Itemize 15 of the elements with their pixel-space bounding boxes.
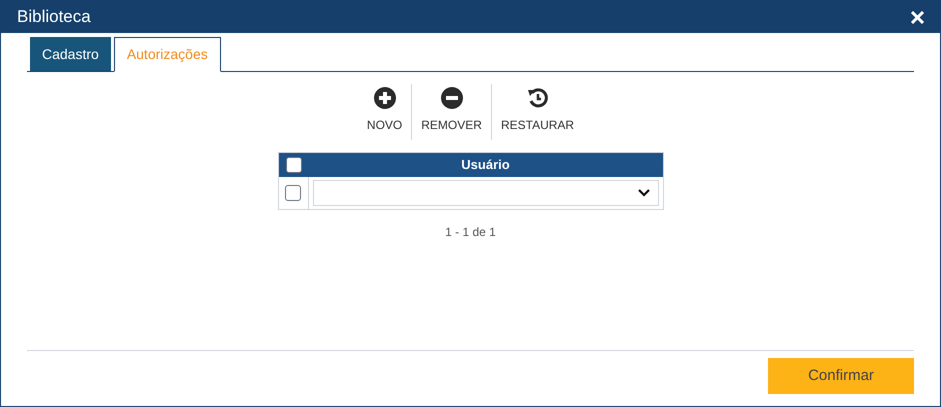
confirm-button[interactable]: Confirmar (768, 358, 914, 394)
pagination-text: 1 - 1 de 1 (445, 224, 496, 241)
window-title: Biblioteca (17, 6, 91, 28)
select-all-checkbox[interactable] (286, 157, 302, 173)
chevron-down-icon (638, 189, 650, 197)
tab[interactable]: Cadastro (30, 37, 111, 71)
close-icon[interactable] (911, 10, 924, 24)
history-icon (526, 87, 549, 109)
toolbar-button[interactable]: REMOVER (411, 84, 491, 140)
minus-circle-icon (440, 87, 463, 109)
toolbar-button[interactable]: NOVO (358, 84, 412, 140)
column-header: Usuário (460, 156, 511, 174)
row-checkbox[interactable] (285, 185, 301, 201)
toolbar-button[interactable]: RESTAURAR (490, 84, 584, 140)
plus-circle-icon (374, 87, 396, 109)
